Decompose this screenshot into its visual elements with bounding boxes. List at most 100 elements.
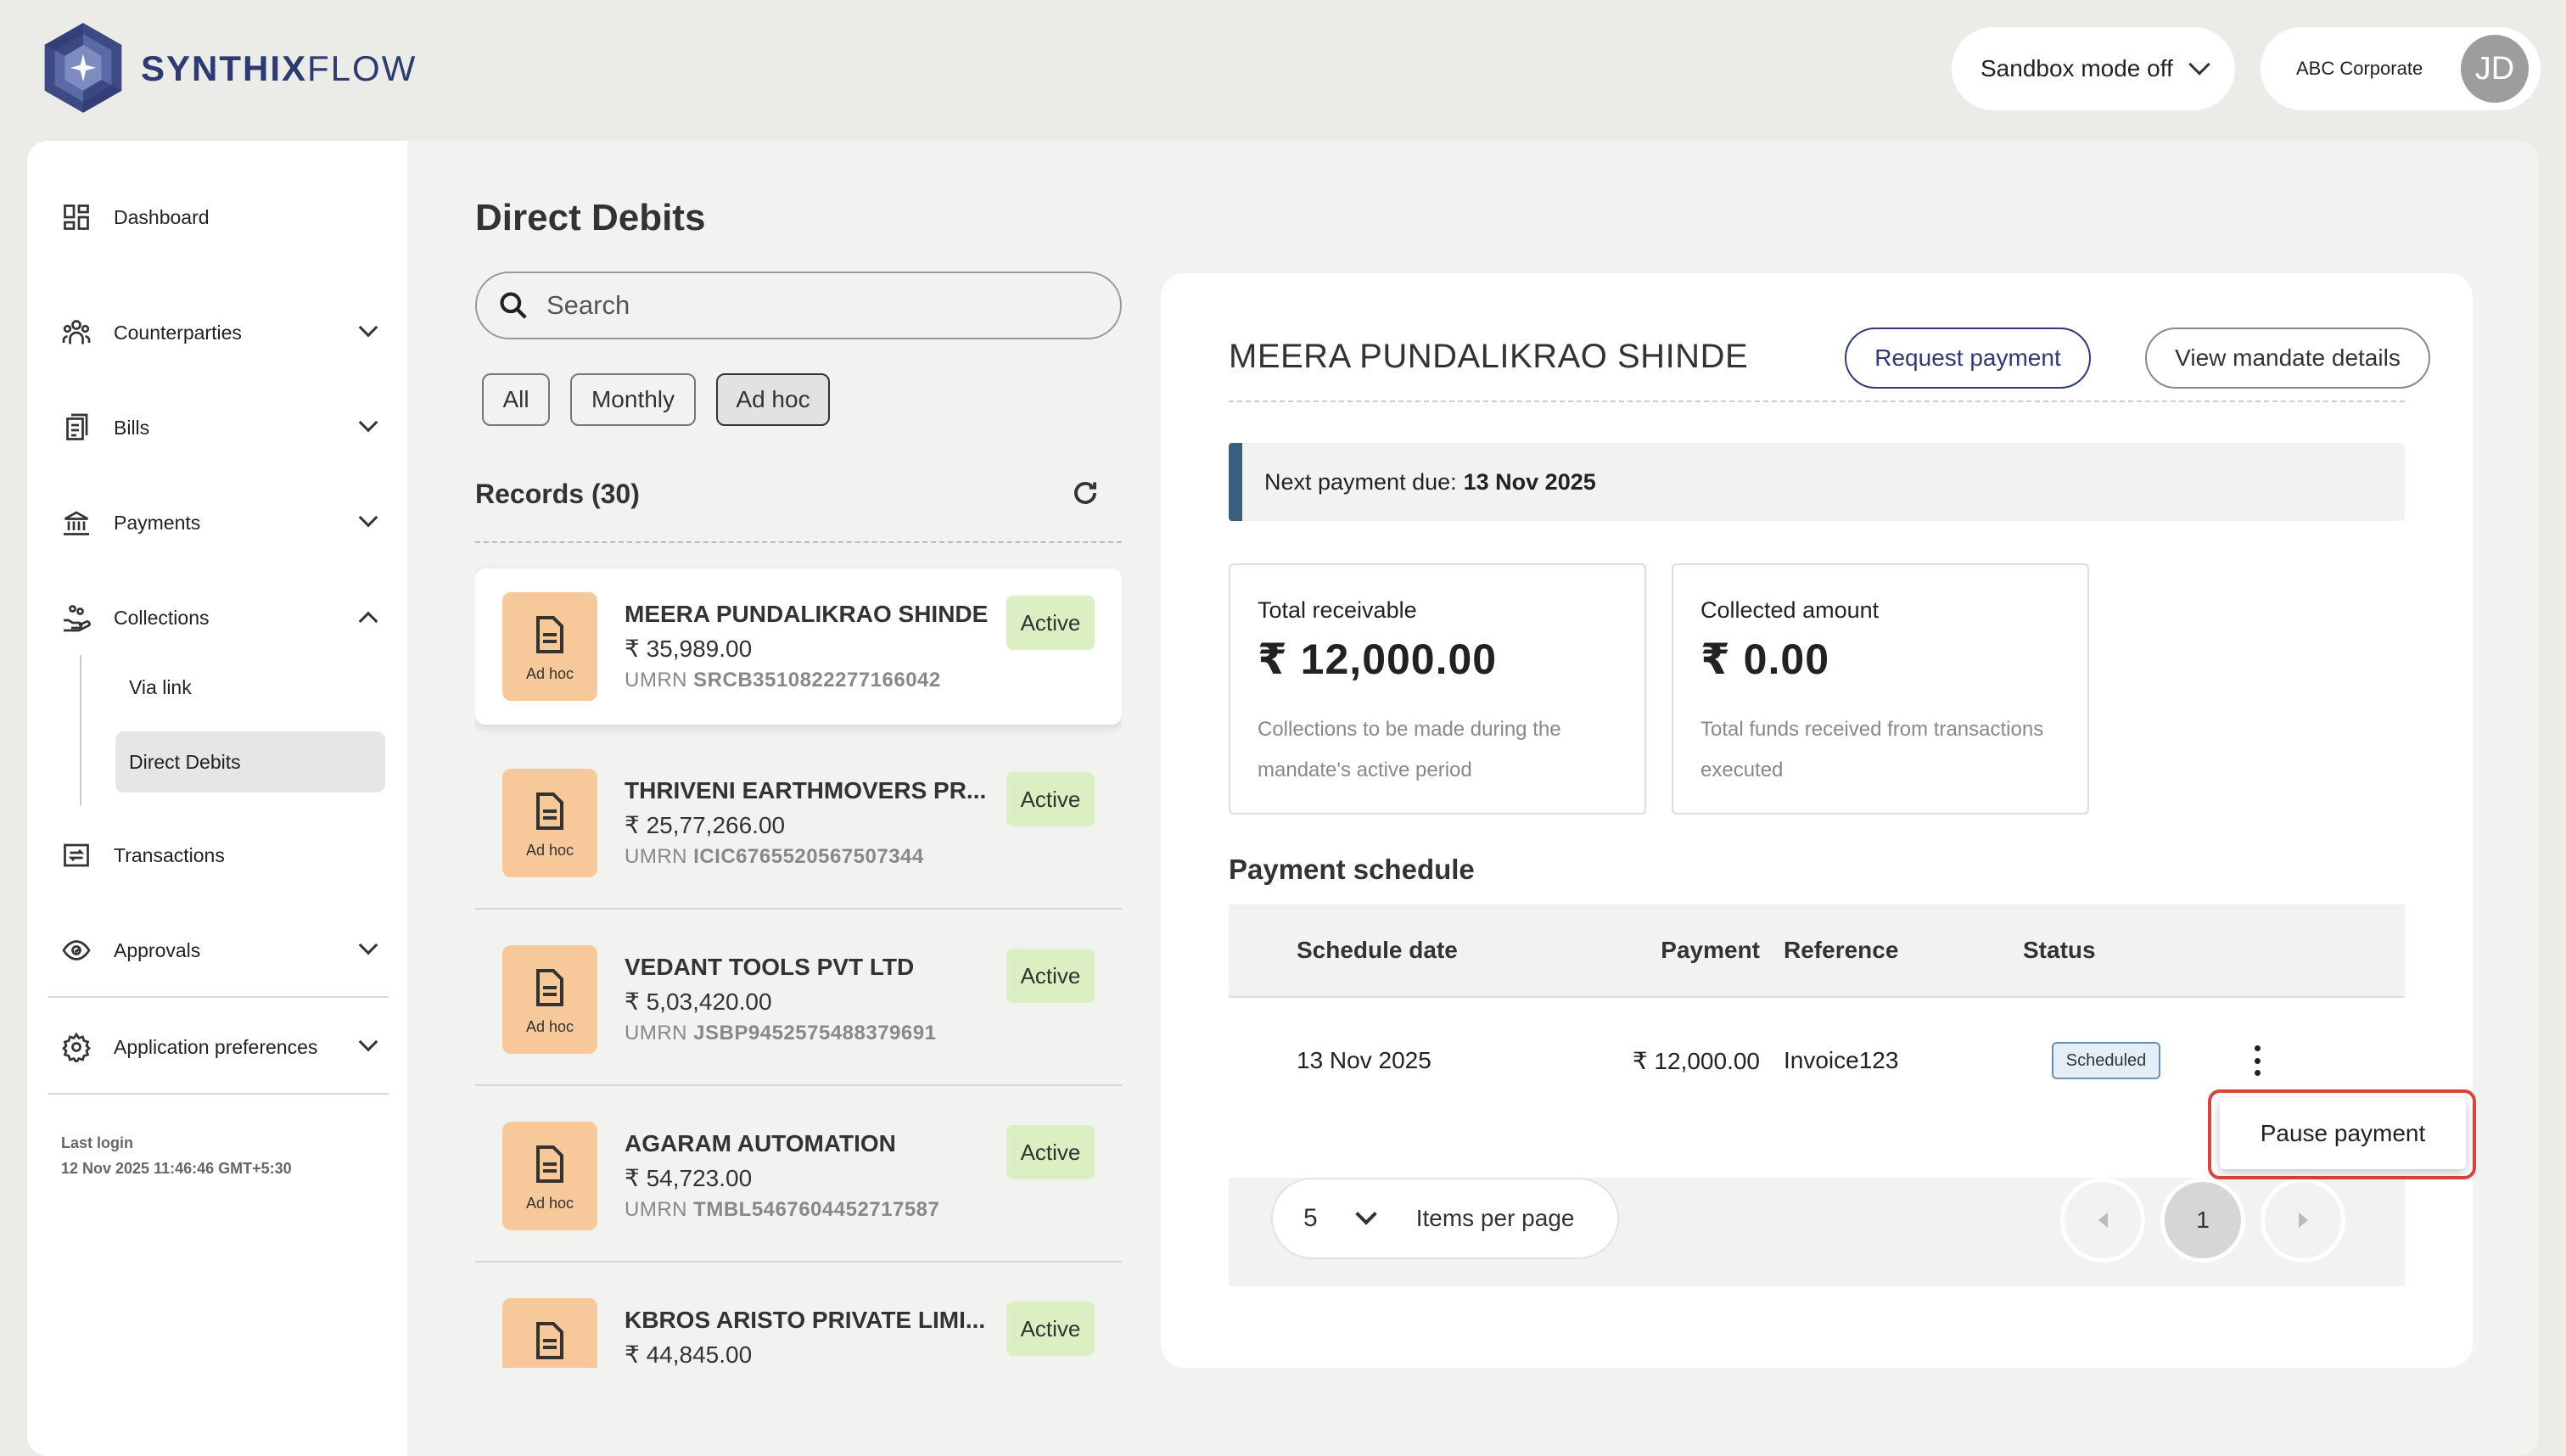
sidebar-item-application-preferences[interactable]: Application preferences	[61, 1022, 401, 1072]
gear-icon	[61, 1032, 92, 1062]
sidebar-subitem-direct-debits[interactable]: Direct Debits	[115, 731, 385, 792]
mandate-type-label: Ad hoc	[525, 665, 574, 682]
items-per-page-select[interactable]: 5 Items per page	[1271, 1178, 1619, 1259]
previous-page-button[interactable]	[2060, 1178, 2145, 1263]
pause-payment-menu-item[interactable]: Pause payment	[2220, 1098, 2466, 1169]
account-switcher[interactable]: ABC Corporate JD	[2261, 27, 2541, 110]
record-card[interactable]: Ad hoc VEDANT TOOLS PVT LTD ₹ 5,03,420.0…	[475, 921, 1122, 1086]
caret-right-icon	[2298, 1212, 2308, 1228]
record-card[interactable]: Ad hoc MEERA PUNDALIKRAO SHINDE ₹ 35,989…	[475, 568, 1122, 725]
request-payment-button[interactable]: Request payment	[1845, 328, 2091, 389]
sidebar-item-label: Collections	[114, 606, 210, 629]
record-separator	[475, 1084, 1122, 1086]
next-payment-date: 13 Nov 2025	[1463, 468, 1596, 495]
status-badge: Active	[1006, 596, 1095, 650]
record-umrn: UMRN ICIC6765520567507344	[625, 845, 924, 868]
refresh-icon[interactable]	[1069, 477, 1101, 509]
record-umrn: UMRN SRCB3510822277166042	[625, 669, 941, 692]
document-icon	[536, 1145, 563, 1183]
chevron-down-icon	[358, 1032, 378, 1052]
status-badge: Scheduled	[2052, 1042, 2160, 1079]
caret-left-icon	[2098, 1212, 2108, 1228]
mandate-type-tile: Ad hoc	[502, 769, 597, 877]
sidebar-item-label: Approvals	[114, 938, 201, 961]
header-divider	[1229, 400, 2405, 402]
chevron-down-icon	[358, 412, 378, 433]
sidebar-item-payments[interactable]: Payments	[61, 497, 401, 548]
org-name: ABC Corporate	[2296, 58, 2423, 79]
next-payment-label: Next payment due:	[1264, 468, 1457, 495]
record-name: KBROS ARISTO PRIVATE LIMI...	[625, 1307, 986, 1333]
mandate-type-tile: Ad hoc	[502, 1122, 597, 1230]
sidebar-item-label: Bills	[114, 416, 150, 439]
document-icon	[536, 1322, 563, 1359]
stat-card-total-receivable: Total receivable ₹ 12,000.00 Collections…	[1229, 563, 1646, 815]
record-card[interactable]: Ad hoc AGARAM AUTOMATION ₹ 54,723.00 UMR…	[475, 1098, 1122, 1263]
filter-chip-ad-hoc[interactable]: Ad hoc	[716, 373, 830, 426]
sidebar-item-label: Counterparties	[114, 321, 242, 344]
chevron-down-icon	[358, 507, 378, 528]
record-card[interactable]: Ad hoc KBROS ARISTO PRIVATE LIMI... ₹ 44…	[475, 1274, 1122, 1368]
status-badge: Active	[1006, 1302, 1095, 1356]
status-badge: Active	[1006, 772, 1095, 826]
view-mandate-details-button[interactable]: View mandate details	[2145, 328, 2430, 389]
sidebar-item-label: Application preferences	[114, 1035, 318, 1058]
filter-chip-monthly[interactable]: Monthly	[570, 373, 696, 426]
table-row-divider	[1229, 996, 2405, 998]
reference-cell: Invoice123	[1784, 1047, 1899, 1073]
stat-description: Collections to be made during the mandat…	[1258, 718, 1561, 781]
record-name: THRIVENI EARTHMOVERS PR...	[625, 777, 987, 804]
record-amount: ₹ 44,845.00	[625, 1341, 753, 1368]
records-title: Records (30)	[475, 479, 640, 509]
search-box[interactable]	[475, 272, 1122, 339]
document-icon	[536, 969, 563, 1006]
records-divider	[475, 541, 1122, 543]
page-title: Direct Debits	[475, 197, 706, 238]
sidebar-subitem-via-link[interactable]: Via link	[115, 657, 412, 718]
filter-chip-all[interactable]: All	[482, 373, 550, 426]
record-name: VEDANT TOOLS PVT LTD	[625, 954, 915, 980]
chevron-down-icon	[1354, 1203, 1377, 1225]
brand-name: SYNTHIXFLOW	[141, 48, 417, 88]
record-card[interactable]: Ad hoc THRIVENI EARTHMOVERS PR... ₹ 25,7…	[475, 745, 1122, 910]
status-badge: Active	[1006, 949, 1095, 1003]
avatar[interactable]: JD	[2461, 35, 2529, 103]
row-actions-menu-icon[interactable]	[2247, 1044, 2267, 1078]
document-icon	[536, 616, 563, 653]
main-card: Dashboard Counterparties Bills Payments	[27, 141, 2539, 1456]
bank-icon	[61, 507, 92, 538]
document-icon	[536, 792, 563, 830]
sidebar-item-dashboard[interactable]: Dashboard	[61, 192, 401, 243]
items-per-page-label: Items per page	[1415, 1205, 1575, 1231]
next-page-button[interactable]	[2261, 1178, 2345, 1263]
mandate-type-tile: Ad hoc	[502, 592, 597, 701]
eye-icon	[61, 935, 92, 966]
mandate-type-tile: Ad hoc	[502, 945, 597, 1054]
column-header-status: Status	[2023, 937, 2096, 963]
record-amount: ₹ 54,723.00	[625, 1165, 753, 1191]
bills-icon	[61, 412, 92, 443]
records-list[interactable]: Ad hoc MEERA PUNDALIKRAO SHINDE ₹ 35,989…	[475, 560, 1122, 1368]
last-login-label: Last login	[61, 1134, 133, 1151]
mandate-customer-name: MEERA PUNDALIKRAO SHINDE	[1229, 338, 1749, 375]
sidebar-item-counterparties[interactable]: Counterparties	[61, 307, 401, 358]
column-header-reference: Reference	[1784, 937, 1899, 963]
sidebar-item-bills[interactable]: Bills	[61, 402, 401, 453]
sidebar-item-transactions[interactable]: Transactions	[61, 830, 401, 881]
stat-label: Collected amount	[1700, 597, 1880, 623]
stat-value: ₹ 12,000.00	[1258, 636, 1498, 683]
dashboard-icon	[61, 202, 92, 232]
record-separator	[475, 1261, 1122, 1263]
page-button-current[interactable]: 1	[2160, 1178, 2245, 1263]
sidebar-item-collections[interactable]: Collections	[61, 592, 401, 643]
sandbox-mode-dropdown[interactable]: Sandbox mode off	[1952, 27, 2235, 110]
logo-mark-icon	[44, 23, 122, 113]
search-input[interactable]	[546, 290, 1056, 321]
last-login-info: Last login 12 Nov 2025 11:46:46 GMT+5:30	[61, 1130, 292, 1181]
brand-logo[interactable]: SYNTHIXFLOW	[37, 20, 417, 117]
sidebar: Dashboard Counterparties Bills Payments	[27, 141, 407, 1456]
mandate-detail-panel: MEERA PUNDALIKRAO SHINDE Request payment…	[1161, 273, 2476, 1368]
record-amount: ₹ 35,989.00	[625, 636, 753, 662]
sidebar-item-approvals[interactable]: Approvals	[61, 925, 401, 976]
stat-value: ₹ 0.00	[1700, 636, 1829, 683]
